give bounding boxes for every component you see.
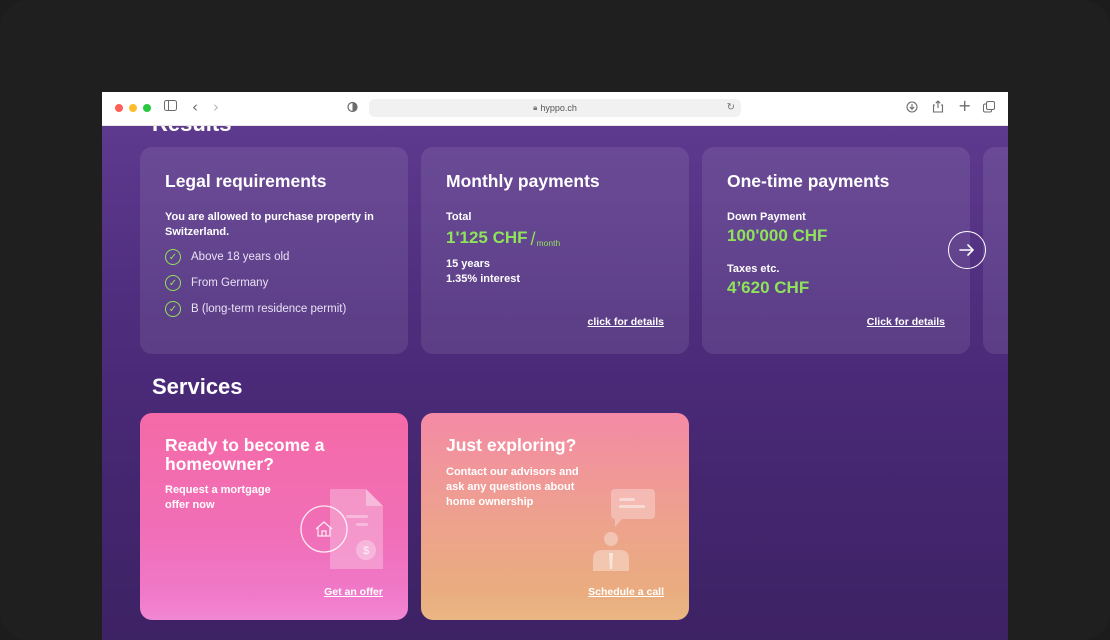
- share-icon[interactable]: [932, 100, 944, 118]
- get-offer-link[interactable]: Get an offer: [324, 586, 383, 598]
- address-bar[interactable]: 🔒︎ hyppo.ch ↻: [369, 99, 741, 117]
- down-payment-value: 100'000 CHF: [727, 226, 828, 245]
- check-item: ✓ Above 18 years old: [165, 249, 383, 265]
- service-description: Request a mortgage offer now: [165, 484, 271, 511]
- service-title: Ready to become a homeowner?: [165, 435, 325, 474]
- close-window-button[interactable]: [115, 104, 123, 112]
- total-label: Total: [446, 211, 472, 223]
- taxes-label: Taxes etc.: [727, 263, 780, 275]
- tabs-overview-icon[interactable]: [983, 101, 995, 118]
- interest-text: 1.35% interest: [446, 273, 520, 285]
- next-card-peek: [983, 147, 1008, 354]
- monthly-total-value: 1'125 CHF: [446, 228, 528, 247]
- results-heading: Results: [152, 125, 231, 137]
- check-item: ✓ From Germany: [165, 275, 383, 291]
- advisor-chat-icon: [593, 489, 655, 571]
- check-label: From Germany: [191, 277, 269, 289]
- legal-requirements-card: Legal requirements You are allowed to pu…: [140, 147, 408, 354]
- browser-window: ‹ › 🔒︎ hyppo.ch ↻ + Results: [102, 92, 1008, 640]
- schedule-call-link[interactable]: Schedule a call: [588, 586, 664, 598]
- taxes-value: 4’620 CHF: [727, 278, 810, 297]
- lock-icon: 🔒︎: [533, 103, 538, 112]
- check-icon: ✓: [165, 275, 181, 291]
- privacy-shield-icon[interactable]: [347, 101, 358, 118]
- device-frame: ‹ › 🔒︎ hyppo.ch ↻ + Results: [0, 0, 1110, 640]
- back-icon[interactable]: ‹: [192, 99, 198, 115]
- term-text: 15 years: [446, 258, 491, 270]
- service-title: Just exploring?: [446, 435, 577, 455]
- next-arrow-button[interactable]: [948, 231, 986, 269]
- exploring-service-card[interactable]: Just exploring? Contact our advisors and…: [421, 413, 689, 620]
- arrow-right-icon: [959, 244, 974, 256]
- check-label: Above 18 years old: [191, 251, 290, 263]
- sidebar-toggle-icon[interactable]: [164, 100, 177, 116]
- svg-text:$: $: [363, 545, 369, 557]
- window-controls: [115, 104, 151, 112]
- browser-toolbar: ‹ › 🔒︎ hyppo.ch ↻ +: [102, 92, 1008, 126]
- slash-divider: /: [530, 229, 536, 249]
- check-icon: ✓: [165, 301, 181, 317]
- new-tab-icon[interactable]: +: [958, 98, 971, 114]
- down-payment-label: Down Payment: [727, 211, 806, 223]
- page-content: Results Legal requirements You are allow…: [102, 125, 1008, 640]
- service-description: Contact our advisors and ask any questio…: [446, 466, 579, 508]
- services-heading: Services: [152, 374, 243, 399]
- per-month-label: month: [536, 238, 561, 248]
- forward-icon[interactable]: ›: [213, 99, 219, 115]
- card-title: Monthly payments: [446, 171, 600, 191]
- house-document-icon: $: [300, 489, 383, 569]
- one-time-payments-card: One-time payments Down Payment 100'000 C…: [702, 147, 970, 354]
- download-icon[interactable]: [906, 101, 918, 118]
- check-item: ✓ B (long-term residence permit): [165, 301, 383, 317]
- homeowner-service-card[interactable]: Ready to become a homeowner? Request a m…: [140, 413, 408, 620]
- card-title: Legal requirements: [165, 171, 327, 191]
- reload-icon[interactable]: ↻: [727, 102, 735, 113]
- card-title: One-time payments: [727, 171, 890, 191]
- monthly-details-link[interactable]: click for details: [588, 316, 664, 328]
- monthly-payments-card: Monthly payments Total 1'125 CHF / month…: [421, 147, 689, 354]
- legal-lead-text: You are allowed to purchase property in …: [165, 211, 374, 238]
- maximize-window-button[interactable]: [143, 104, 151, 112]
- url-text: hyppo.ch: [540, 103, 577, 113]
- check-label: B (long-term residence permit): [191, 303, 347, 315]
- check-icon: ✓: [165, 249, 181, 265]
- minimize-window-button[interactable]: [129, 104, 137, 112]
- one-time-details-link[interactable]: Click for details: [867, 316, 945, 328]
